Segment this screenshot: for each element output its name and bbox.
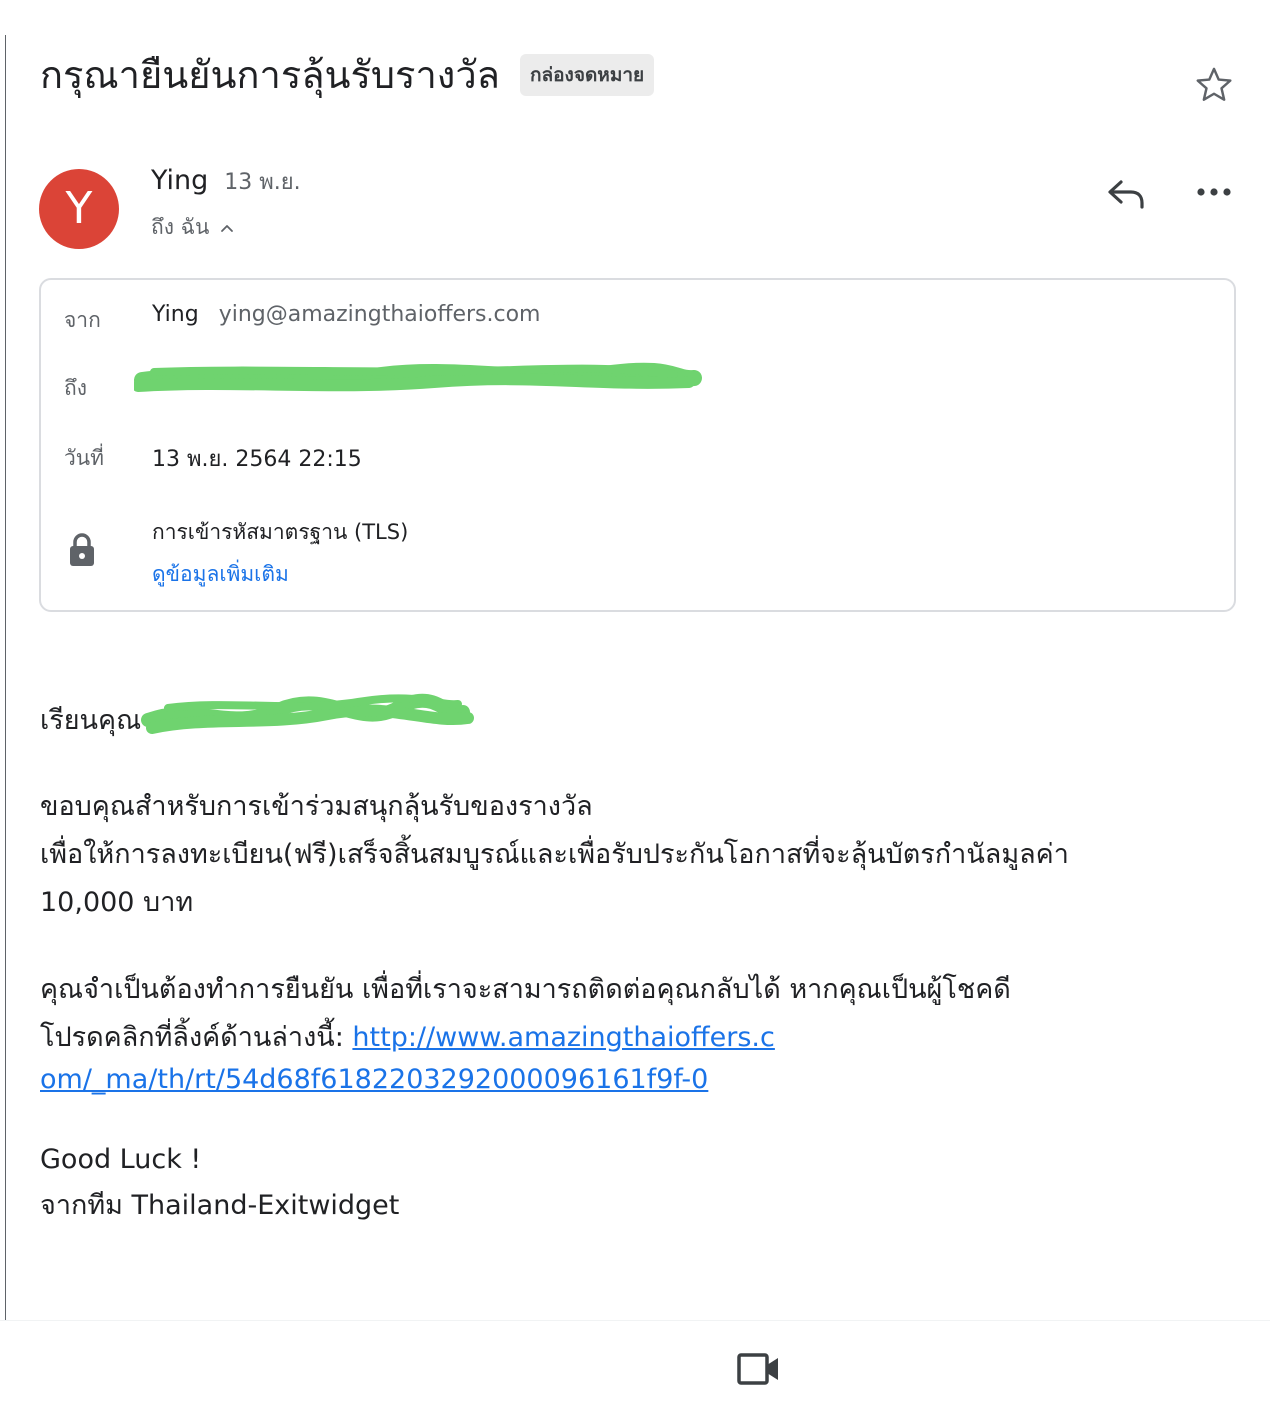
sender-name[interactable]: Ying [151, 165, 208, 196]
link-prefix: โปรดคลิกที่ลิ้งค์ด้านล่างนี้: [40, 1022, 353, 1053]
link-line-2: om/_ma/th/rt/54d68f61822032920000961​61f… [40, 1058, 708, 1102]
recipient-summary[interactable]: ถึง ฉัน [151, 211, 301, 244]
subject-row: กรุณายืนยันการลุ้นรับรางวัล กล่องจดหมาย [40, 50, 655, 100]
sender-avatar[interactable]: Y [39, 169, 119, 249]
body-paragraph-2: คุณจำเป็นต้องทำการยืนยัน เพื่อที่เราจะสา… [40, 966, 1011, 1062]
from-label: จาก [64, 308, 101, 332]
inbox-label-chip[interactable]: กล่องจดหมาย [519, 54, 655, 96]
video-icon[interactable] [737, 1352, 781, 1386]
phishing-link-part-2[interactable]: om/_ma/th/rt/54d68f61822032920000961​61f… [40, 1064, 708, 1095]
star-icon[interactable] [1193, 64, 1235, 106]
email-subject: กรุณายืนยันการลุ้นรับรางวัล [40, 53, 500, 97]
body-line: ขอบคุณสำหรับการเข้าร่วมสนุกลุ้นรับของราง… [40, 791, 593, 822]
sender-date: 13 พ.ย. [224, 170, 301, 195]
to-label: ถึง [64, 376, 87, 400]
chevron-up-icon [221, 224, 234, 232]
signature-line: Good Luck ! [40, 1144, 202, 1175]
signature-line: จากทีม Thailand-Exitwidget [40, 1190, 400, 1221]
body-line: คุณจำเป็นต้องทำการยืนยัน เพื่อที่เราจะสา… [40, 974, 1011, 1005]
lock-icon [70, 533, 94, 566]
redaction-scribble-name [141, 693, 474, 734]
more-icon[interactable] [1194, 182, 1234, 202]
body-line-with-link: โปรดคลิกที่ลิ้งค์ด้านล่างนี้: http://www… [40, 1014, 1011, 1062]
phishing-link-part-1[interactable]: http://www.amazingthaioffers.c [352, 1022, 774, 1053]
left-edge-line [5, 35, 6, 1320]
recipient-summary-label: ถึง ฉัน [151, 215, 210, 239]
body-line: เพื่อให้การลงทะเบียน(ฟรี)เสร็จสิ้นสมบูรณ… [40, 839, 1069, 870]
signature: Good Luck ! จากทีม Thailand-Exitwidget [40, 1137, 399, 1229]
body-paragraph-1: ขอบคุณสำหรับการเข้าร่วมสนุกลุ้นรับของราง… [40, 783, 1069, 927]
bottom-toolbar [0, 1320, 1270, 1418]
date-label: วันที่ [64, 446, 104, 470]
from-value: Ying ying@amazingthaioffers.com [152, 302, 541, 327]
message-details-card: จาก Ying ying@amazingthaioffers.com ถึง ว… [39, 278, 1236, 612]
greeting: เรียนคุณ [40, 705, 142, 736]
reply-icon[interactable] [1105, 174, 1147, 212]
more-info-link[interactable]: ดูข้อมูลเพิ่มเติม [152, 558, 289, 591]
redaction-scribble [134, 362, 702, 392]
body-line: 10,000 บาท [40, 887, 194, 918]
encryption-status: การเข้ารหัสมาตรฐาน (TLS) [152, 520, 409, 544]
from-name: Ying [152, 302, 199, 327]
from-email[interactable]: ying@amazingthaioffers.com [219, 302, 541, 327]
date-value: 13 พ.ย. 2564 22:15 [152, 447, 362, 472]
sender-block: Ying 13 พ.ย. ถึง ฉัน [151, 164, 301, 244]
